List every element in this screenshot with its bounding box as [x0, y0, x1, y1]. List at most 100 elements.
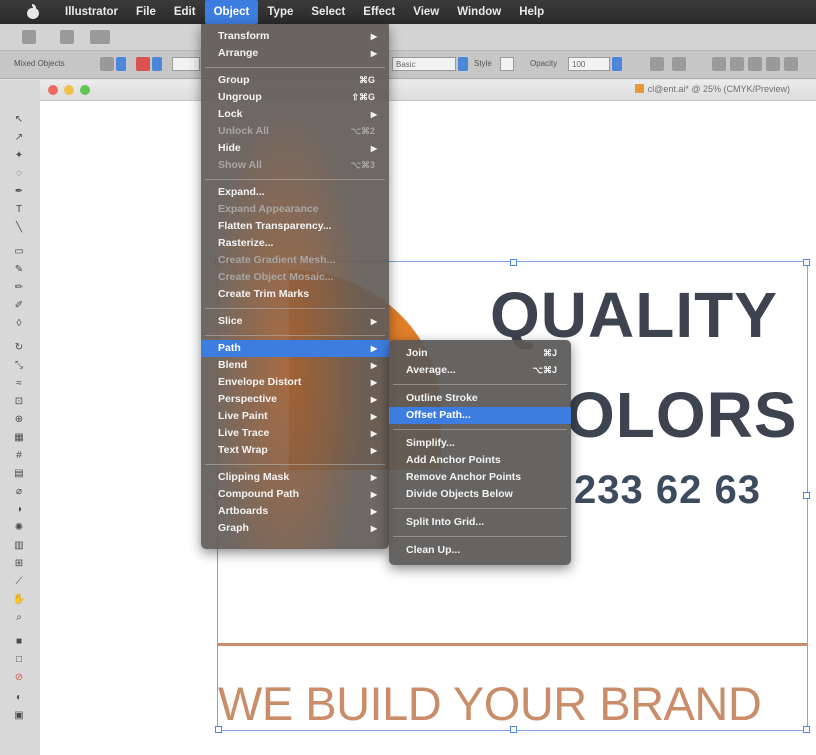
opacity-dropdown[interactable] — [612, 57, 622, 71]
handle-middle-right[interactable] — [803, 492, 810, 499]
transform-icon[interactable] — [672, 57, 686, 71]
apple-icon[interactable] — [26, 4, 40, 19]
stroke-dropdown[interactable] — [152, 57, 162, 71]
recolor-icon[interactable] — [650, 57, 664, 71]
eyedropper-tool-icon[interactable]: ⌀ — [12, 486, 26, 498]
pen-tool-icon[interactable]: ✒ — [12, 186, 26, 198]
stroke-style-dropdown[interactable] — [458, 57, 468, 71]
path-menu-item-split-into-grid[interactable]: Split Into Grid... — [389, 514, 571, 531]
fill-swatch-icon[interactable] — [100, 57, 114, 71]
symbol-sprayer-tool-icon[interactable]: ✺ — [12, 522, 26, 534]
blob-brush-tool-icon[interactable]: ✐ — [12, 300, 26, 312]
object-menu-item-graph[interactable]: Graph ▶ — [201, 520, 389, 537]
object-menu-item-transform[interactable]: Transform ▶ — [201, 28, 389, 45]
object-menu-item-perspective[interactable]: Perspective ▶ — [201, 391, 389, 408]
object-menu-item-rasterize[interactable]: Rasterize... — [201, 235, 389, 252]
arrange-documents-icon[interactable] — [90, 30, 110, 44]
align-middle-icon[interactable] — [784, 57, 798, 71]
perspective-grid-tool-icon[interactable]: ▦ — [12, 432, 26, 444]
slice-tool-icon[interactable]: ⟋ — [12, 576, 26, 588]
object-menu-item-clipping-mask[interactable]: Clipping Mask ▶ — [201, 469, 389, 486]
align-left-icon[interactable] — [712, 57, 726, 71]
hand-tool-icon[interactable]: ✋ — [12, 594, 26, 606]
none-color-icon[interactable]: ⊘ — [12, 672, 26, 684]
object-menu-item-text-wrap[interactable]: Text Wrap ▶ — [201, 442, 389, 459]
zoom-tool-icon[interactable]: ⌕ — [12, 612, 26, 624]
fill-dropdown[interactable] — [116, 57, 126, 71]
path-menu-item-join[interactable]: Join ⌘J — [389, 345, 571, 362]
type-tool-icon[interactable]: T — [12, 204, 26, 216]
rectangle-tool-icon[interactable]: ▭ — [12, 246, 26, 258]
menu-illustrator[interactable]: Illustrator — [56, 0, 127, 24]
handle-bottom-left[interactable] — [215, 726, 222, 733]
menu-help[interactable]: Help — [510, 0, 553, 24]
stroke-color-icon[interactable]: □ — [12, 654, 26, 666]
stroke-weight-field[interactable] — [172, 57, 200, 71]
object-menu-item-artboards[interactable]: Artboards ▶ — [201, 503, 389, 520]
object-menu-item-group[interactable]: Group ⌘G — [201, 72, 389, 89]
artboard-tool-icon[interactable]: ⊞ — [12, 558, 26, 570]
align-center-icon[interactable] — [730, 57, 744, 71]
object-menu-item-expand[interactable]: Expand... — [201, 184, 389, 201]
handle-bottom-right[interactable] — [803, 726, 810, 733]
handle-bottom-center[interactable] — [510, 726, 517, 733]
graph-tool-icon[interactable]: ▥ — [12, 540, 26, 552]
fill-color-icon[interactable]: ■ — [12, 636, 26, 648]
object-menu-item-live-trace[interactable]: Live Trace ▶ — [201, 425, 389, 442]
gradient-tool-icon[interactable]: ▤ — [12, 468, 26, 480]
opacity-field[interactable]: 100 — [568, 57, 610, 71]
menu-edit[interactable]: Edit — [165, 0, 205, 24]
path-menu-item-simplify[interactable]: Simplify... — [389, 435, 571, 452]
object-menu-item-hide[interactable]: Hide ▶ — [201, 140, 389, 157]
object-menu-item-blend[interactable]: Blend ▶ — [201, 357, 389, 374]
blend-tool-icon[interactable]: ◑ — [12, 504, 26, 516]
handle-top-right[interactable] — [803, 259, 810, 266]
path-menu-item-clean-up[interactable]: Clean Up... — [389, 542, 571, 559]
menu-window[interactable]: Window — [448, 0, 510, 24]
menu-effect[interactable]: Effect — [354, 0, 404, 24]
warp-tool-icon[interactable]: ≈ — [12, 378, 26, 390]
scale-tool-icon[interactable]: ⤡ — [12, 360, 26, 372]
path-menu-item-outline-stroke[interactable]: Outline Stroke — [389, 390, 571, 407]
close-window-icon[interactable] — [48, 85, 58, 95]
path-menu-item-remove-anchor-points[interactable]: Remove Anchor Points — [389, 469, 571, 486]
drawing-mode-icon[interactable]: ◐ — [12, 692, 26, 704]
path-menu-item-divide-objects-below[interactable]: Divide Objects Below — [389, 486, 571, 503]
zoom-window-icon[interactable] — [80, 85, 90, 95]
path-menu-item-offset-path[interactable]: Offset Path... — [389, 407, 571, 424]
menu-type[interactable]: Type — [258, 0, 302, 24]
align-right-icon[interactable] — [748, 57, 762, 71]
direct-selection-tool-icon[interactable]: ↗ — [12, 132, 26, 144]
object-menu-item-create-trim-marks[interactable]: Create Trim Marks — [201, 286, 389, 303]
object-menu-item-compound-path[interactable]: Compound Path ▶ — [201, 486, 389, 503]
style-swatch[interactable] — [500, 57, 514, 71]
object-menu-item-live-paint[interactable]: Live Paint ▶ — [201, 408, 389, 425]
object-menu-item-ungroup[interactable]: Ungroup ⇧⌘G — [201, 89, 389, 106]
screen-mode-icon[interactable]: ▣ — [12, 710, 26, 722]
mesh-tool-icon[interactable]: # — [12, 450, 26, 462]
menu-view[interactable]: View — [404, 0, 448, 24]
free-transform-tool-icon[interactable]: ⊡ — [12, 396, 26, 408]
lasso-tool-icon[interactable]: ◌ — [12, 168, 26, 180]
pencil-tool-icon[interactable]: ✏ — [12, 282, 26, 294]
rotate-tool-icon[interactable]: ↻ — [12, 342, 26, 354]
object-menu-item-envelope-distort[interactable]: Envelope Distort ▶ — [201, 374, 389, 391]
menu-file[interactable]: File — [127, 0, 165, 24]
selection-tool-icon[interactable]: ↖ — [12, 114, 26, 126]
menu-object[interactable]: Object — [204, 0, 259, 24]
path-menu-item-average[interactable]: Average... ⌥⌘J — [389, 362, 571, 379]
object-menu-item-lock[interactable]: Lock ▶ — [201, 106, 389, 123]
object-menu-item-path[interactable]: Path ▶ — [201, 340, 389, 357]
paintbrush-tool-icon[interactable]: ✎ — [12, 264, 26, 276]
stroke-style-field[interactable]: Basic — [392, 57, 456, 71]
object-menu-item-flatten-transparency[interactable]: Flatten Transparency... — [201, 218, 389, 235]
shape-builder-tool-icon[interactable]: ⊕ — [12, 414, 26, 426]
line-tool-icon[interactable]: ╲ — [12, 222, 26, 234]
object-menu-item-slice[interactable]: Slice ▶ — [201, 313, 389, 330]
eraser-tool-icon[interactable]: ◊ — [12, 318, 26, 330]
magic-wand-tool-icon[interactable]: ✦ — [12, 150, 26, 162]
object-menu-item-arrange[interactable]: Arrange ▶ — [201, 45, 389, 62]
bridge-icon[interactable] — [60, 30, 74, 44]
minimize-window-icon[interactable] — [64, 85, 74, 95]
menu-select[interactable]: Select — [302, 0, 354, 24]
